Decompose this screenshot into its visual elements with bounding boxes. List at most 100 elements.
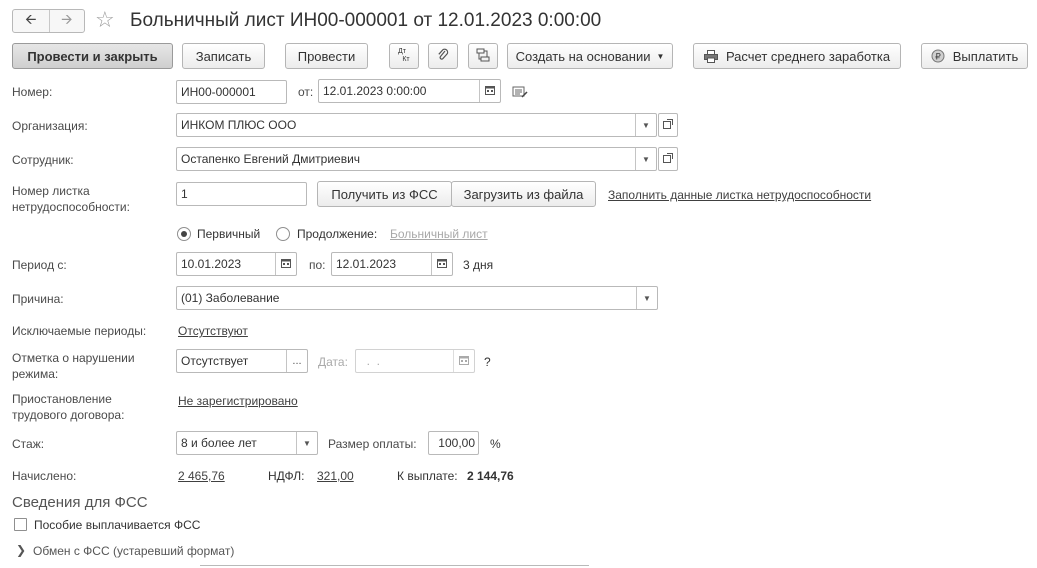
percent-sign: %	[490, 437, 501, 451]
primary-radio[interactable]	[177, 227, 191, 241]
organization-open-button[interactable]	[658, 113, 678, 137]
calendar-icon	[459, 355, 469, 367]
star-icon[interactable]: ☆	[95, 7, 115, 33]
experience-field[interactable]: 8 и более лет ▼	[176, 431, 318, 455]
calendar-button[interactable]	[479, 80, 500, 102]
edit-note-icon[interactable]	[512, 85, 528, 102]
continuation-radio[interactable]	[276, 227, 290, 241]
page-title: Больничный лист ИН00-000001 от 12.01.202…	[130, 10, 602, 31]
triangle-down-icon: ▼	[642, 154, 650, 164]
reason-dropdown-button[interactable]: ▼	[636, 287, 657, 309]
load-from-file-button[interactable]: Загрузить из файла	[451, 181, 596, 207]
excluded-periods-link[interactable]: Отсутствуют	[178, 323, 248, 339]
violation-label-line2: режима:	[12, 367, 59, 381]
sheet-number-field[interactable]: 1	[176, 182, 307, 206]
save-button[interactable]: Записать	[182, 43, 265, 69]
triangle-down-icon: ▼	[643, 293, 651, 303]
reason-label: Причина:	[12, 292, 64, 306]
triangle-down-icon: ▼	[642, 120, 650, 130]
period-to-label: по:	[309, 258, 326, 272]
violation-date-value: . .	[360, 354, 381, 368]
number-field[interactable]: ИН00-000001	[176, 80, 287, 104]
violation-select-button[interactable]: ...	[286, 350, 307, 372]
suspension-label-line2: трудового договора:	[12, 408, 125, 422]
employee-dropdown-button[interactable]: ▼	[635, 148, 656, 170]
post-and-close-button[interactable]: Провести и закрыть	[12, 43, 173, 69]
organization-field[interactable]: ИНКОМ ПЛЮС ООО ▼	[176, 113, 657, 137]
reason-value: (01) Заболевание	[181, 291, 280, 305]
fss-benefit-checkbox[interactable]	[14, 518, 27, 531]
back-button[interactable]: 🡨	[13, 10, 49, 32]
document-date-value: 12.01.2023 0:00:00	[323, 84, 427, 98]
svg-text:₽: ₽	[935, 53, 941, 63]
pay-label: Выплатить	[952, 48, 1019, 64]
period-end-value: 12.01.2023	[336, 257, 397, 271]
payment-size-field[interactable]: 100,00	[428, 431, 479, 455]
payment-size-label: Размер оплаты:	[328, 437, 417, 451]
accrued-link[interactable]: 2 465,76	[178, 468, 225, 484]
continuation-radio-label: Продолжение:	[297, 227, 378, 241]
kt-label: Кт	[402, 56, 410, 63]
sick-leave-link[interactable]: Больничный лист	[390, 226, 488, 242]
attach-button[interactable]	[428, 43, 458, 69]
ndfl-label: НДФЛ:	[268, 469, 305, 483]
fss-exchange-group-toggle[interactable]: Обмен с ФСС (устаревший формат)	[33, 543, 234, 559]
ellipsis-icon: ...	[292, 355, 302, 367]
post-button[interactable]: Провести	[285, 43, 368, 69]
excluded-periods-label: Исключаемые периоды:	[12, 324, 147, 338]
sheet-number-label-line1: Номер листка	[12, 184, 90, 198]
period-start-field[interactable]: 10.01.2023	[176, 252, 297, 276]
reason-field[interactable]: (01) Заболевание ▼	[176, 286, 658, 310]
document-date-field[interactable]: 12.01.2023 0:00:00	[318, 79, 501, 103]
experience-dropdown-button[interactable]: ▼	[296, 432, 317, 454]
primary-radio-label: Первичный	[197, 227, 261, 241]
calendar-icon	[281, 258, 291, 270]
organization-value: ИНКОМ ПЛЮС ООО	[181, 118, 297, 132]
create-based-on-label: Создать на основании	[515, 48, 651, 64]
calendar-icon	[485, 85, 495, 97]
period-label: Период с:	[12, 258, 67, 272]
arrow-right-icon: 🡪	[61, 11, 73, 27]
ndfl-link[interactable]: 321,00	[317, 468, 354, 484]
suspension-link[interactable]: Не зарегистрировано	[178, 393, 298, 409]
to-pay-value: 2 144,76	[467, 469, 514, 483]
violation-field[interactable]: Отсутствует ...	[176, 349, 308, 373]
days-count: 3 дня	[463, 258, 494, 272]
sheet-number-label-line2: нетрудоспособности:	[12, 200, 130, 214]
hierarchy-icon	[476, 48, 490, 65]
violation-date-calendar-button	[453, 350, 474, 372]
violation-date-label: Дата:	[318, 355, 348, 369]
create-based-on-button[interactable]: Создать на основании ▼	[507, 43, 673, 69]
suspension-label-line1: Приостановление	[12, 392, 112, 406]
organization-label: Организация:	[12, 119, 88, 133]
pay-button[interactable]: ₽ Выплатить	[921, 43, 1028, 69]
get-from-fss-button[interactable]: Получить из ФСС	[317, 181, 452, 207]
experience-label: Стаж:	[12, 437, 45, 451]
fill-sheet-data-link[interactable]: Заполнить данные листка нетрудоспособнос…	[608, 187, 871, 203]
employee-value: Остапенко Евгений Дмитриевич	[181, 152, 361, 166]
period-end-calendar-button[interactable]	[431, 253, 452, 275]
employee-open-button[interactable]	[658, 147, 678, 171]
help-question-mark[interactable]: ?	[484, 354, 491, 370]
paperclip-icon	[437, 48, 449, 65]
accrued-label: Начислено:	[12, 469, 77, 483]
violation-date-field: . .	[355, 349, 475, 373]
navigation-buttons: 🡨 🡪	[12, 9, 85, 33]
average-earnings-button[interactable]: Расчет среднего заработка	[693, 43, 901, 69]
period-end-field[interactable]: 12.01.2023	[331, 252, 453, 276]
organization-dropdown-button[interactable]: ▼	[635, 114, 656, 136]
forward-button[interactable]: 🡪	[48, 10, 85, 32]
arrow-left-icon: 🡨	[25, 11, 37, 27]
printer-icon	[703, 49, 718, 63]
dt-kt-button[interactable]: Дт Кт	[389, 43, 419, 69]
employee-field[interactable]: Остапенко Евгений Дмитриевич ▼	[176, 147, 657, 171]
triangle-down-icon: ▼	[303, 438, 311, 448]
chevron-right-icon[interactable]: ❯	[16, 543, 26, 557]
period-start-calendar-button[interactable]	[275, 253, 296, 275]
number-label: Номер:	[12, 85, 53, 99]
average-earnings-label: Расчет среднего заработка	[725, 48, 891, 64]
fss-section-title: Сведения для ФСС	[12, 494, 148, 511]
dt-label: Дт	[398, 48, 406, 55]
employee-label: Сотрудник:	[12, 153, 74, 167]
structure-button[interactable]	[468, 43, 498, 69]
